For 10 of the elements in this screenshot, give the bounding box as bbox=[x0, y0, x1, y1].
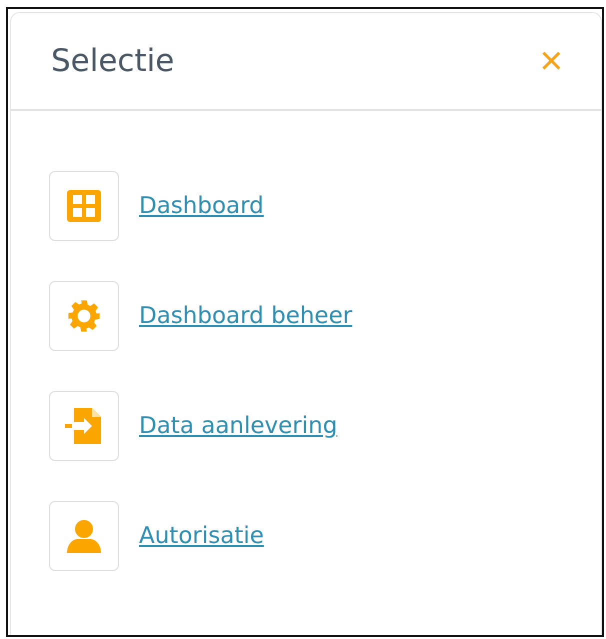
panel-title: Selectie bbox=[51, 43, 174, 79]
file-import-icon bbox=[65, 408, 103, 444]
close-button[interactable]: × bbox=[540, 41, 563, 81]
grid-icon bbox=[67, 190, 101, 222]
user-icon bbox=[67, 519, 101, 553]
menu-link[interactable]: Data aanlevering bbox=[139, 413, 338, 439]
menu-link[interactable]: Dashboard bbox=[139, 193, 264, 219]
menu-link[interactable]: Autorisatie bbox=[139, 523, 264, 549]
menu-link[interactable]: Dashboard beheer bbox=[139, 303, 352, 329]
gear-icon bbox=[67, 299, 101, 333]
